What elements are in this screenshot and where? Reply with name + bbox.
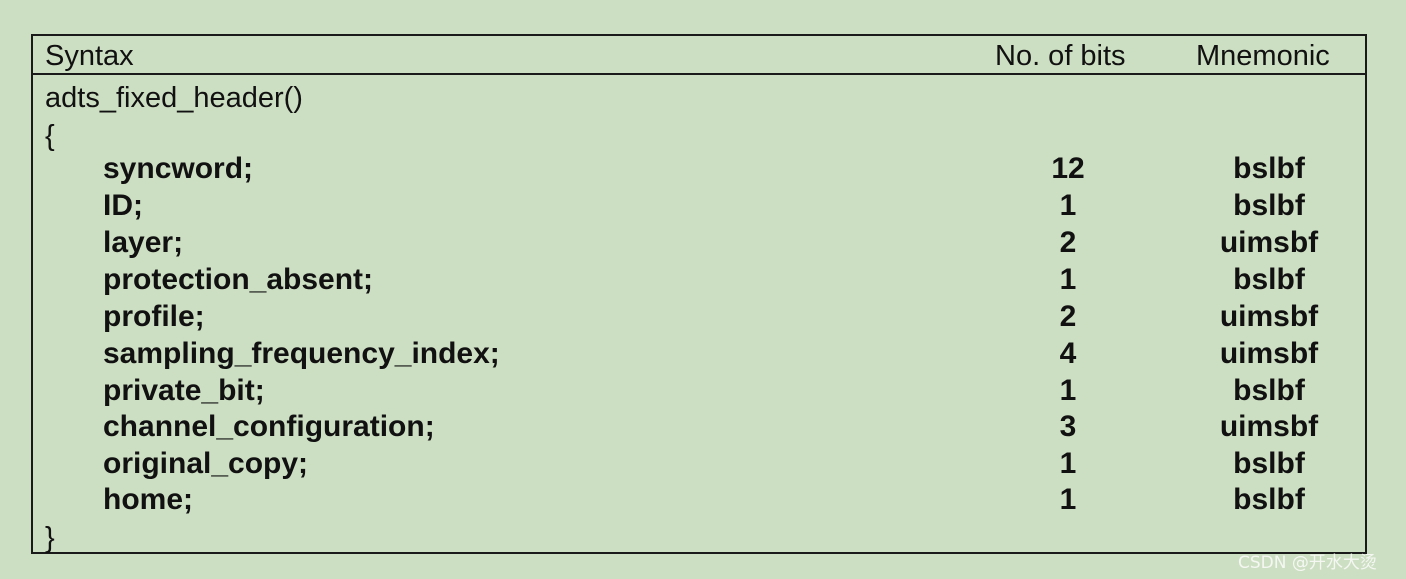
field-mnemonic: uimsbf — [1219, 410, 1319, 443]
table-row: original_copy; 1 bslbf — [33, 447, 1365, 483]
table-header-row: Syntax No. of bits Mnemonic — [33, 36, 1365, 75]
field-name: layer; — [103, 226, 184, 259]
table-row: profile; 2 uimsbf — [33, 300, 1365, 336]
table-row: ID; 1 bslbf — [33, 189, 1365, 225]
field-bits: 1 — [1059, 263, 1077, 296]
field-bits: 1 — [1059, 374, 1077, 407]
field-bits: 1 — [1059, 447, 1077, 480]
table-row: private_bit; 1 bslbf — [33, 374, 1365, 410]
field-bits: 1 — [1059, 483, 1077, 516]
field-bits: 12 — [1051, 152, 1085, 185]
header-mnemonic: Mnemonic — [1196, 40, 1330, 72]
field-mnemonic: bslbf — [1233, 374, 1305, 407]
field-mnemonic: bslbf — [1233, 483, 1305, 516]
field-name: profile; — [103, 300, 205, 333]
field-name: ID; — [103, 189, 143, 222]
table-row: channel_configuration; 3 uimsbf — [33, 410, 1365, 446]
field-mnemonic: bslbf — [1233, 447, 1305, 480]
field-name: original_copy; — [103, 447, 309, 480]
header-syntax: Syntax — [45, 40, 134, 72]
field-name: sampling_frequency_index; — [103, 337, 500, 370]
field-mnemonic: uimsbf — [1219, 226, 1319, 259]
field-mnemonic: uimsbf — [1219, 300, 1319, 333]
field-mnemonic: bslbf — [1233, 189, 1305, 222]
function-name: adts_fixed_header() — [45, 82, 303, 114]
field-bits: 2 — [1059, 226, 1077, 259]
syntax-table: Syntax No. of bits Mnemonic adts_fixed_h… — [31, 34, 1367, 554]
table-row: layer; 2 uimsbf — [33, 226, 1365, 262]
table-row: sampling_frequency_index; 4 uimsbf — [33, 337, 1365, 373]
field-bits: 3 — [1059, 410, 1077, 443]
field-bits: 4 — [1059, 337, 1077, 370]
table-row: protection_absent; 1 bslbf — [33, 263, 1365, 299]
field-name: home; — [103, 483, 193, 516]
field-name: protection_absent; — [103, 263, 374, 296]
field-mnemonic: bslbf — [1233, 263, 1305, 296]
close-brace: } — [45, 522, 55, 554]
field-bits: 2 — [1059, 300, 1077, 333]
field-name: channel_configuration; — [103, 410, 435, 443]
field-mnemonic: uimsbf — [1219, 337, 1319, 370]
header-bits: No. of bits — [995, 40, 1126, 72]
table-row: home; 1 bslbf — [33, 483, 1365, 519]
field-name: private_bit; — [103, 374, 265, 407]
table-row: syncword; 12 bslbf — [33, 152, 1365, 188]
field-mnemonic: bslbf — [1233, 152, 1305, 185]
watermark: CSDN @开水大烫 — [1238, 553, 1377, 573]
field-name: syncword; — [103, 152, 254, 185]
open-brace: { — [45, 120, 55, 152]
field-bits: 1 — [1059, 189, 1077, 222]
